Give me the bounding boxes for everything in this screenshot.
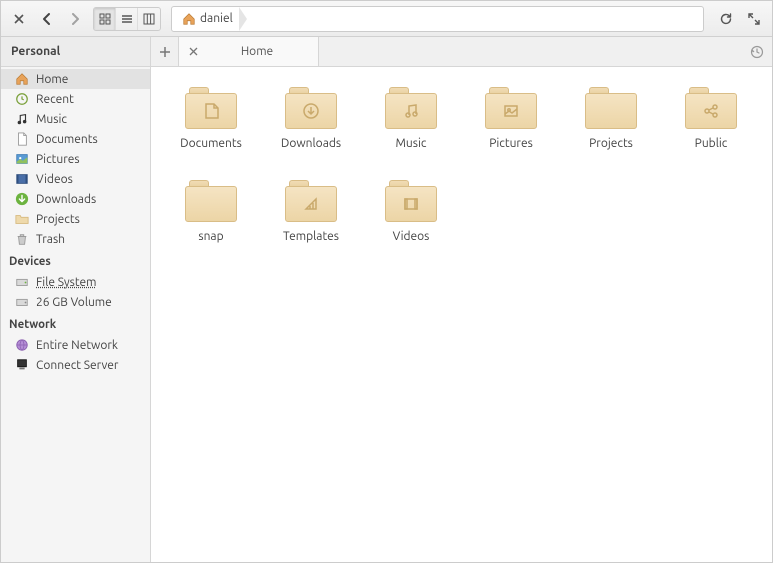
folder-icon xyxy=(185,180,237,222)
sidebar-item-label: File System xyxy=(36,276,97,289)
close-icon[interactable] xyxy=(7,7,31,31)
server-icon xyxy=(15,358,29,372)
sidebar-item-label: Trash xyxy=(36,233,65,246)
videos-icon xyxy=(15,172,29,186)
sidebar-item-label: Downloads xyxy=(36,193,96,206)
folder-item[interactable]: Downloads xyxy=(261,87,361,150)
drive-icon xyxy=(15,275,29,289)
music-icon xyxy=(15,112,29,126)
folder-icon xyxy=(385,87,437,129)
new-tab-button[interactable] xyxy=(151,37,179,66)
tabbar: Personal Home xyxy=(1,37,772,67)
folder-item[interactable]: Projects xyxy=(561,87,661,150)
folder-icon xyxy=(585,87,637,129)
folder-label: Pictures xyxy=(489,137,533,150)
folder-icon xyxy=(685,87,737,129)
breadcrumb[interactable]: daniel xyxy=(176,7,239,31)
folder-label: Projects xyxy=(589,137,633,150)
sidebar: Home Recent Music Documents Pictures Vid… xyxy=(1,67,151,562)
folder-label: Public xyxy=(695,137,728,150)
folder-label: Templates xyxy=(283,230,339,243)
downloads-icon xyxy=(15,192,29,206)
breadcrumb-label: daniel xyxy=(200,12,233,25)
maximize-button[interactable] xyxy=(742,7,766,31)
sidebar-section-network: Network xyxy=(1,312,150,335)
folder-item[interactable]: snap xyxy=(161,180,261,243)
sidebar-section-personal: Personal xyxy=(1,37,151,66)
folder-label: Downloads xyxy=(281,137,341,150)
folder-label: Documents xyxy=(180,137,242,150)
sidebar-item-label: Home xyxy=(36,73,68,86)
pathbar[interactable]: daniel xyxy=(171,6,704,32)
folder-item[interactable]: Templates xyxy=(261,180,361,243)
forward-button[interactable] xyxy=(63,7,87,31)
sidebar-item-filesystem[interactable]: File System xyxy=(1,272,150,292)
pictures-icon xyxy=(15,152,29,166)
recent-icon xyxy=(15,92,29,106)
tab-home[interactable]: Home xyxy=(179,37,319,66)
sidebar-item-projects[interactable]: Projects xyxy=(1,209,150,229)
sidebar-item-network[interactable]: Entire Network xyxy=(1,335,150,355)
icon-grid: Documents Downloads Music Pictures Projects P… xyxy=(161,87,762,243)
folder-icon xyxy=(185,87,237,129)
sidebar-item-downloads[interactable]: Downloads xyxy=(1,189,150,209)
sidebar-item-label: 26 GB Volume xyxy=(36,296,112,309)
folder-item[interactable]: Videos xyxy=(361,180,461,243)
tab-label: Home xyxy=(206,45,308,58)
reload-button[interactable] xyxy=(714,7,738,31)
sidebar-item-videos[interactable]: Videos xyxy=(1,169,150,189)
sidebar-item-connect-server[interactable]: Connect Server xyxy=(1,355,150,375)
sidebar-item-label: Music xyxy=(36,113,67,126)
folder-label: Videos xyxy=(393,230,430,243)
folder-item[interactable]: Music xyxy=(361,87,461,150)
network-icon xyxy=(15,338,29,352)
folder-label: snap xyxy=(198,230,223,243)
home-icon xyxy=(15,72,29,86)
main: Home Recent Music Documents Pictures Vid… xyxy=(1,67,772,562)
sidebar-item-label: Projects xyxy=(36,213,80,226)
document-icon xyxy=(15,132,29,146)
folder-label: Music xyxy=(396,137,427,150)
sidebar-item-label: Videos xyxy=(36,173,73,186)
icon-view-button[interactable] xyxy=(94,8,116,30)
sidebar-item-label: Documents xyxy=(36,133,98,146)
sidebar-item-label: Recent xyxy=(36,93,74,106)
home-icon xyxy=(182,12,196,26)
folder-icon xyxy=(15,212,29,226)
trash-icon xyxy=(15,232,29,246)
sidebar-item-label: Pictures xyxy=(36,153,80,166)
sidebar-item-volume[interactable]: 26 GB Volume xyxy=(1,292,150,312)
history-button[interactable] xyxy=(742,37,772,66)
sidebar-item-pictures[interactable]: Pictures xyxy=(1,149,150,169)
sidebar-item-documents[interactable]: Documents xyxy=(1,129,150,149)
back-button[interactable] xyxy=(35,7,59,31)
toolbar: daniel xyxy=(1,1,772,37)
sidebar-item-home[interactable]: Home xyxy=(1,69,150,89)
sidebar-item-label: Entire Network xyxy=(36,339,118,352)
folder-item[interactable]: Public xyxy=(661,87,761,150)
column-view-button[interactable] xyxy=(138,8,160,30)
folder-icon xyxy=(285,87,337,129)
folder-icon xyxy=(285,180,337,222)
folder-icon xyxy=(385,180,437,222)
tab-close-icon[interactable] xyxy=(189,47,198,56)
view-mode-group xyxy=(93,7,161,31)
folder-icon xyxy=(485,87,537,129)
sidebar-item-trash[interactable]: Trash xyxy=(1,229,150,249)
sidebar-section-devices: Devices xyxy=(1,249,150,272)
drive-icon xyxy=(15,295,29,309)
sidebar-item-recent[interactable]: Recent xyxy=(1,89,150,109)
list-view-button[interactable] xyxy=(116,8,138,30)
folder-item[interactable]: Documents xyxy=(161,87,261,150)
content-area[interactable]: Documents Downloads Music Pictures Projects P… xyxy=(151,67,772,562)
sidebar-item-label: Connect Server xyxy=(36,359,118,372)
folder-item[interactable]: Pictures xyxy=(461,87,561,150)
sidebar-item-music[interactable]: Music xyxy=(1,109,150,129)
